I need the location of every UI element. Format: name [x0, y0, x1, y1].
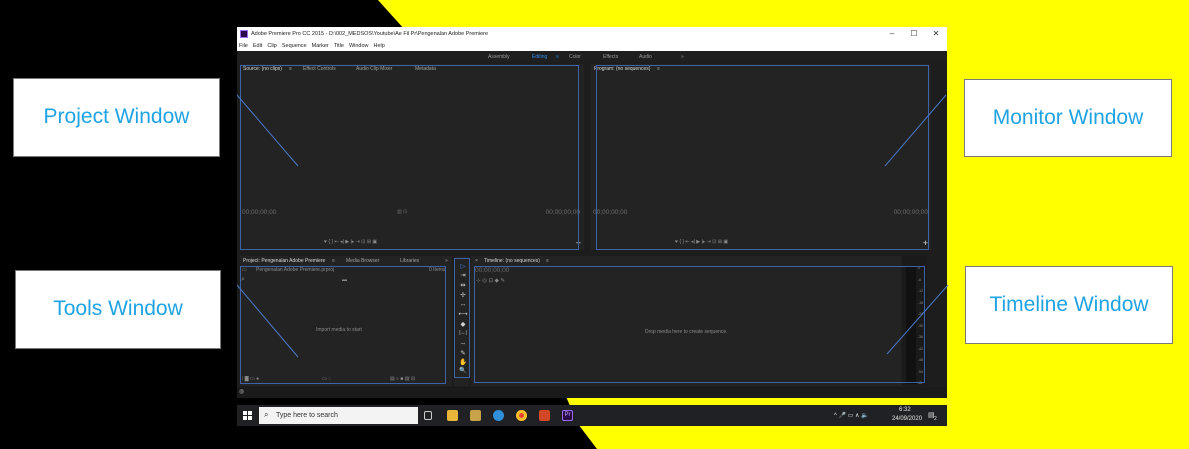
taskbar-search-placeholder: Type here to search — [276, 412, 338, 419]
taskbar-search-input[interactable]: ⌕ Type here to search — [259, 407, 418, 424]
edge-icon[interactable] — [493, 410, 504, 421]
windows-start-icon[interactable] — [243, 411, 253, 421]
notification-count: 2 — [934, 416, 937, 422]
leader-lines — [236, 94, 949, 358]
taskbar-search-icon: ⌕ — [264, 410, 269, 419]
powerpoint-icon[interactable] — [539, 410, 550, 421]
chrome-icon[interactable] — [516, 410, 527, 421]
premiere-taskbar-icon[interactable]: Pr — [562, 410, 573, 421]
app-icon-2[interactable] — [470, 410, 481, 421]
tray-time: 6:32 — [899, 407, 911, 413]
file-explorer-icon[interactable] — [447, 410, 458, 421]
system-tray-icons[interactable]: ^ 🎤 ▭ ∧ 🔈 — [834, 412, 869, 419]
task-view-icon[interactable] — [424, 411, 432, 420]
tray-date: 24/09/2020 — [892, 416, 923, 422]
